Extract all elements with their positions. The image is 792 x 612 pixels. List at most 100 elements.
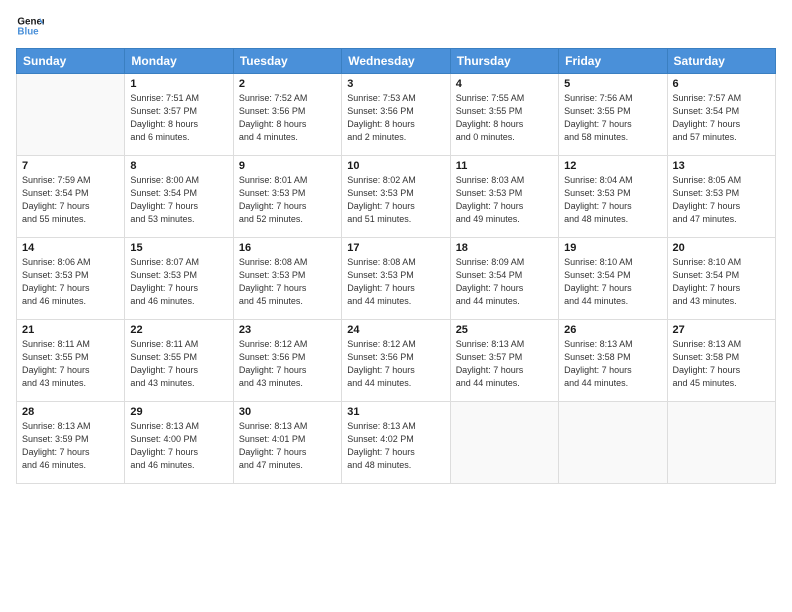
calendar-week-row: 1Sunrise: 7:51 AM Sunset: 3:57 PM Daylig… — [17, 74, 776, 156]
calendar-cell: 18Sunrise: 8:09 AM Sunset: 3:54 PM Dayli… — [450, 238, 558, 320]
calendar-cell: 25Sunrise: 8:13 AM Sunset: 3:57 PM Dayli… — [450, 320, 558, 402]
calendar-cell: 27 Sunrise: 8:13 AM Sunset: 3:58 PM Dayli… — [667, 320, 775, 402]
weekday-header-thursday: Thursday — [450, 49, 558, 74]
day-number: 20 — [673, 242, 770, 254]
calendar-cell: 1Sunrise: 7:51 AM Sunset: 3:57 PM Daylig… — [125, 74, 233, 156]
weekday-header-wednesday: Wednesday — [342, 49, 450, 74]
weekday-header-row: SundayMondayTuesdayWednesdayThursdayFrid… — [17, 49, 776, 74]
weekday-header-monday: Monday — [125, 49, 233, 74]
day-number: 6 — [673, 78, 770, 90]
day-info: Sunrise: 8:12 AM Sunset: 3:56 PM Dayligh… — [239, 338, 336, 390]
day-number: 27 — [673, 324, 770, 336]
day-number: 7 — [22, 160, 119, 172]
day-info: Sunrise: 8:08 AM Sunset: 3:53 PM Dayligh… — [239, 256, 336, 308]
calendar-cell: 16 Sunrise: 8:08 AM Sunset: 3:53 PM Dayli… — [233, 238, 341, 320]
page-header: General Blue — [16, 12, 776, 40]
day-number: 12 — [564, 160, 661, 172]
day-number: 22 — [130, 324, 227, 336]
day-number: 9 — [239, 160, 336, 172]
calendar-cell: 19 Sunrise: 8:10 AM Sunset: 3:54 PM Dayli… — [559, 238, 667, 320]
day-info: Sunrise: 8:06 AM Sunset: 3:53 PM Dayligh… — [22, 256, 119, 308]
calendar-cell: 2 Sunrise: 7:52 AM Sunset: 3:56 PM Daylig… — [233, 74, 341, 156]
day-number: 15 — [130, 242, 227, 254]
day-info: Sunrise: 8:01 AM Sunset: 3:53 PM Dayligh… — [239, 174, 336, 226]
calendar-cell: 3 Sunrise: 7:53 AM Sunset: 3:56 PM Daylig… — [342, 74, 450, 156]
calendar-cell — [559, 402, 667, 484]
calendar-cell: 14 Sunrise: 8:06 AM Sunset: 3:53 PM Dayli… — [17, 238, 125, 320]
day-number: 14 — [22, 242, 119, 254]
logo: General Blue — [16, 12, 44, 40]
day-info: Sunrise: 7:56 AM Sunset: 3:55 PM Dayligh… — [564, 92, 661, 144]
day-info: Sunrise: 8:13 AM Sunset: 3:58 PM Dayligh… — [564, 338, 661, 390]
weekday-header-saturday: Saturday — [667, 49, 775, 74]
day-info: Sunrise: 7:53 AM Sunset: 3:56 PM Dayligh… — [347, 92, 444, 144]
day-info: Sunrise: 8:04 AM Sunset: 3:53 PM Dayligh… — [564, 174, 661, 226]
calendar-cell — [667, 402, 775, 484]
weekday-header-friday: Friday — [559, 49, 667, 74]
day-info: Sunrise: 8:13 AM Sunset: 4:00 PM Dayligh… — [130, 420, 227, 472]
calendar-cell: 6 Sunrise: 7:57 AM Sunset: 3:54 PM Daylig… — [667, 74, 775, 156]
day-info: Sunrise: 8:05 AM Sunset: 3:53 PM Dayligh… — [673, 174, 770, 226]
calendar-table: SundayMondayTuesdayWednesdayThursdayFrid… — [16, 48, 776, 484]
day-number: 2 — [239, 78, 336, 90]
day-number: 3 — [347, 78, 444, 90]
calendar-cell — [450, 402, 558, 484]
logo-icon: General Blue — [16, 12, 44, 40]
calendar-cell: 20 Sunrise: 8:10 AM Sunset: 3:54 PM Dayli… — [667, 238, 775, 320]
calendar-cell: 29 Sunrise: 8:13 AM Sunset: 4:00 PM Dayli… — [125, 402, 233, 484]
calendar-cell: 10 Sunrise: 8:02 AM Sunset: 3:53 PM Dayli… — [342, 156, 450, 238]
day-info: Sunrise: 8:12 AM Sunset: 3:56 PM Dayligh… — [347, 338, 444, 390]
day-number: 24 — [347, 324, 444, 336]
day-info: Sunrise: 8:02 AM Sunset: 3:53 PM Dayligh… — [347, 174, 444, 226]
day-info: Sunrise: 8:13 AM Sunset: 3:57 PM Dayligh… — [456, 338, 553, 390]
day-info: Sunrise: 8:08 AM Sunset: 3:53 PM Dayligh… — [347, 256, 444, 308]
day-number: 21 — [22, 324, 119, 336]
day-info: Sunrise: 8:13 AM Sunset: 4:02 PM Dayligh… — [347, 420, 444, 472]
day-number: 13 — [673, 160, 770, 172]
calendar-cell: 11 Sunrise: 8:03 AM Sunset: 3:53 PM Dayli… — [450, 156, 558, 238]
calendar-cell: 13 Sunrise: 8:05 AM Sunset: 3:53 PM Dayli… — [667, 156, 775, 238]
calendar-cell: 4 Sunrise: 7:55 AM Sunset: 3:55 PM Daylig… — [450, 74, 558, 156]
calendar-cell: 28Sunrise: 8:13 AM Sunset: 3:59 PM Dayli… — [17, 402, 125, 484]
day-info: Sunrise: 8:13 AM Sunset: 3:58 PM Dayligh… — [673, 338, 770, 390]
day-info: Sunrise: 8:11 AM Sunset: 3:55 PM Dayligh… — [22, 338, 119, 390]
day-number: 16 — [239, 242, 336, 254]
calendar-cell: 8 Sunrise: 8:00 AM Sunset: 3:54 PM Daylig… — [125, 156, 233, 238]
day-number: 10 — [347, 160, 444, 172]
day-info: Sunrise: 7:59 AM Sunset: 3:54 PM Dayligh… — [22, 174, 119, 226]
calendar-week-row: 7 Sunrise: 7:59 AM Sunset: 3:54 PM Daylig… — [17, 156, 776, 238]
day-info: Sunrise: 7:52 AM Sunset: 3:56 PM Dayligh… — [239, 92, 336, 144]
calendar-cell: 26 Sunrise: 8:13 AM Sunset: 3:58 PM Dayli… — [559, 320, 667, 402]
calendar-cell: 30Sunrise: 8:13 AM Sunset: 4:01 PM Dayli… — [233, 402, 341, 484]
calendar-cell — [17, 74, 125, 156]
day-number: 5 — [564, 78, 661, 90]
calendar-cell: 22Sunrise: 8:11 AM Sunset: 3:55 PM Dayli… — [125, 320, 233, 402]
day-number: 4 — [456, 78, 553, 90]
calendar-cell: 17Sunrise: 8:08 AM Sunset: 3:53 PM Dayli… — [342, 238, 450, 320]
calendar-week-row: 28Sunrise: 8:13 AM Sunset: 3:59 PM Dayli… — [17, 402, 776, 484]
calendar-cell: 9 Sunrise: 8:01 AM Sunset: 3:53 PM Daylig… — [233, 156, 341, 238]
day-number: 11 — [456, 160, 553, 172]
day-number: 19 — [564, 242, 661, 254]
day-info: Sunrise: 7:57 AM Sunset: 3:54 PM Dayligh… — [673, 92, 770, 144]
calendar-cell: 23 Sunrise: 8:12 AM Sunset: 3:56 PM Dayli… — [233, 320, 341, 402]
day-number: 26 — [564, 324, 661, 336]
calendar-week-row: 21 Sunrise: 8:11 AM Sunset: 3:55 PM Dayli… — [17, 320, 776, 402]
calendar-cell: 5 Sunrise: 7:56 AM Sunset: 3:55 PM Daylig… — [559, 74, 667, 156]
day-number: 8 — [130, 160, 227, 172]
day-info: Sunrise: 7:51 AM Sunset: 3:57 PM Dayligh… — [130, 92, 227, 144]
calendar-cell: 7 Sunrise: 7:59 AM Sunset: 3:54 PM Daylig… — [17, 156, 125, 238]
day-info: Sunrise: 8:00 AM Sunset: 3:54 PM Dayligh… — [130, 174, 227, 226]
weekday-header-tuesday: Tuesday — [233, 49, 341, 74]
day-info: Sunrise: 8:03 AM Sunset: 3:53 PM Dayligh… — [456, 174, 553, 226]
day-info: Sunrise: 8:07 AM Sunset: 3:53 PM Dayligh… — [130, 256, 227, 308]
day-number: 30 — [239, 406, 336, 418]
calendar-week-row: 14 Sunrise: 8:06 AM Sunset: 3:53 PM Dayli… — [17, 238, 776, 320]
day-number: 23 — [239, 324, 336, 336]
day-number: 29 — [130, 406, 227, 418]
day-info: Sunrise: 7:55 AM Sunset: 3:55 PM Dayligh… — [456, 92, 553, 144]
calendar-cell: 15 Sunrise: 8:07 AM Sunset: 3:53 PM Dayli… — [125, 238, 233, 320]
calendar-cell: 31Sunrise: 8:13 AM Sunset: 4:02 PM Dayli… — [342, 402, 450, 484]
day-info: Sunrise: 8:10 AM Sunset: 3:54 PM Dayligh… — [673, 256, 770, 308]
day-info: Sunrise: 8:10 AM Sunset: 3:54 PM Dayligh… — [564, 256, 661, 308]
